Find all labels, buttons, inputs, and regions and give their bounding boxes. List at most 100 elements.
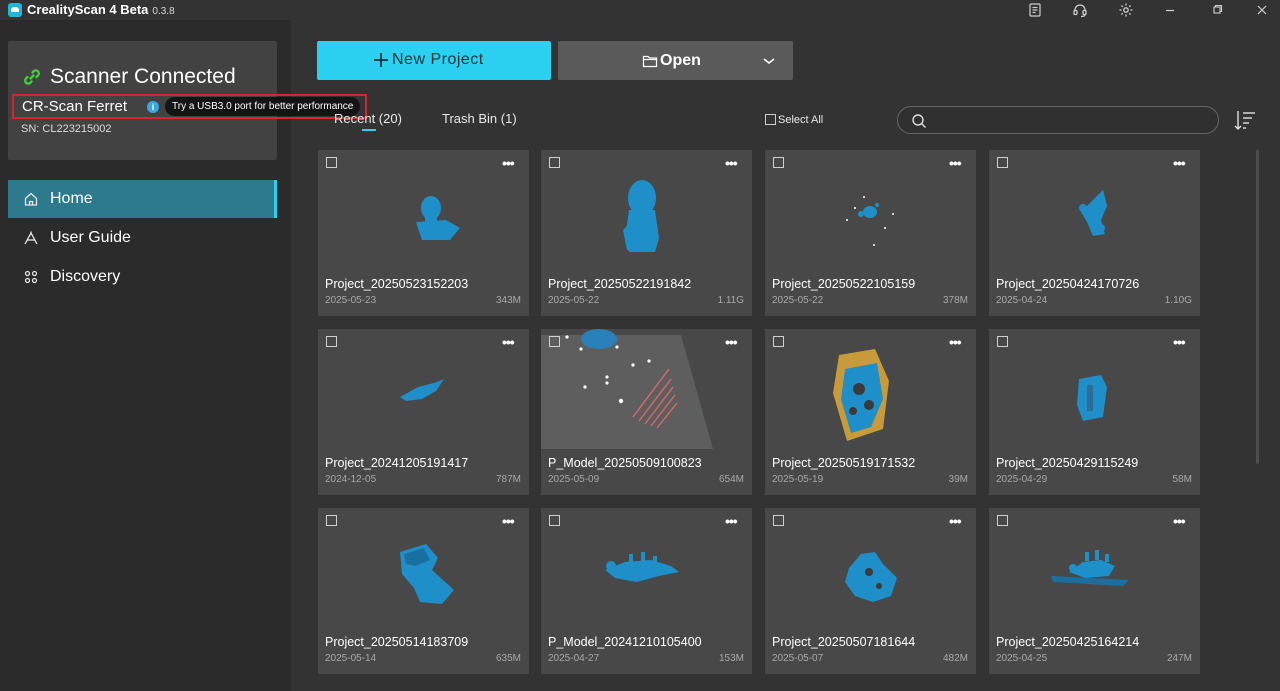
project-card[interactable]: ••• Project_20250523152203 2025-05-23 34… bbox=[318, 150, 529, 316]
project-date: 2025-05-14 bbox=[325, 653, 377, 664]
sort-icon[interactable] bbox=[1233, 108, 1257, 132]
scanner-status: Scanner Connected bbox=[50, 65, 236, 88]
project-size: 343M bbox=[495, 295, 521, 306]
more-options-icon[interactable]: ••• bbox=[502, 156, 515, 170]
app-version: 0.3.8 bbox=[152, 6, 175, 17]
open-button[interactable]: Open bbox=[558, 41, 793, 80]
project-name: Project_20250522191842 bbox=[548, 277, 692, 291]
new-project-button[interactable]: New Project bbox=[317, 41, 551, 80]
project-name: Project_20250425164214 bbox=[996, 635, 1140, 649]
more-options-icon[interactable]: ••• bbox=[949, 156, 962, 170]
search-box[interactable] bbox=[897, 106, 1219, 134]
search-input[interactable] bbox=[932, 111, 1208, 129]
new-project-label: New Project bbox=[392, 51, 484, 68]
model-thumbnail bbox=[833, 349, 889, 441]
more-options-icon[interactable]: ••• bbox=[1173, 335, 1186, 349]
project-card[interactable]: ••• Project_20250507181644 2025-05-07 48… bbox=[765, 508, 976, 674]
more-options-icon[interactable]: ••• bbox=[949, 335, 962, 349]
project-card[interactable]: ••• Project_20250429115249 2025-04-29 58… bbox=[989, 329, 1200, 495]
project-checkbox[interactable] bbox=[773, 336, 784, 347]
scanner-model: CR-Scan Ferret bbox=[22, 98, 128, 115]
project-card[interactable]: ••• Project_20250514183709 2025-05-14 63… bbox=[318, 508, 529, 674]
search-icon bbox=[912, 114, 926, 128]
settings-gear-icon[interactable] bbox=[1118, 2, 1134, 18]
sidebar: Scanner Connected CR-Scan Ferret i Try a… bbox=[0, 20, 367, 691]
more-options-icon[interactable]: ••• bbox=[1173, 156, 1186, 170]
project-name: P_Model_20250509100823 bbox=[548, 456, 702, 470]
project-card[interactable]: ••• Project_20250519171532 2025-05-19 39… bbox=[765, 329, 976, 495]
usb-tip-tooltip: Try a USB3.0 port for better performance bbox=[165, 97, 361, 116]
project-size: 1.10G bbox=[1164, 295, 1192, 306]
model-thumbnail bbox=[845, 552, 897, 602]
discovery-icon bbox=[23, 269, 39, 285]
project-card[interactable]: ••• Project_20250522105159 2025-05-22 37… bbox=[765, 150, 976, 316]
info-icon[interactable]: i bbox=[147, 101, 159, 113]
project-checkbox[interactable] bbox=[997, 515, 1008, 526]
project-date: 2025-05-22 bbox=[772, 295, 824, 306]
model-thumbnail bbox=[846, 196, 894, 246]
project-checkbox[interactable] bbox=[773, 515, 784, 526]
app-logo-icon bbox=[8, 3, 22, 17]
more-options-icon[interactable]: ••• bbox=[725, 514, 738, 528]
more-options-icon[interactable]: ••• bbox=[502, 335, 515, 349]
project-checkbox[interactable] bbox=[997, 336, 1008, 347]
nav-home[interactable]: Home bbox=[8, 180, 277, 218]
project-card[interactable]: ••• Project_20250425164214 2025-04-25 24… bbox=[989, 508, 1200, 674]
project-size: 247M bbox=[1166, 653, 1192, 664]
select-all-label: Select All bbox=[778, 114, 824, 126]
model-thumbnail bbox=[605, 552, 679, 582]
project-card[interactable]: ••• Project_20250522191842 2025-05-22 1.… bbox=[541, 150, 752, 316]
nav-label-home: Home bbox=[50, 190, 93, 207]
project-checkbox[interactable] bbox=[326, 336, 337, 347]
user-guide-icon bbox=[23, 230, 39, 246]
scrollbar[interactable] bbox=[1256, 150, 1259, 464]
restore-icon[interactable] bbox=[1209, 2, 1225, 18]
minimize-icon[interactable] bbox=[1162, 2, 1178, 18]
more-options-icon[interactable]: ••• bbox=[949, 514, 962, 528]
model-thumbnail bbox=[541, 329, 713, 449]
model-thumbnail bbox=[1077, 375, 1107, 421]
checkbox-box[interactable] bbox=[765, 114, 776, 125]
project-checkbox[interactable] bbox=[773, 157, 784, 168]
headset-icon[interactable] bbox=[1072, 2, 1088, 18]
project-card[interactable]: ••• P_Model_20241210105400 2025-04-27 15… bbox=[541, 508, 752, 674]
more-options-icon[interactable]: ••• bbox=[725, 156, 738, 170]
scanner-serial-number: SN: CL223215002 bbox=[21, 123, 112, 135]
more-options-icon[interactable]: ••• bbox=[1173, 514, 1186, 528]
project-checkbox[interactable] bbox=[549, 515, 560, 526]
model-thumbnail bbox=[1051, 550, 1129, 586]
nav-user-guide[interactable]: User Guide bbox=[8, 219, 277, 257]
project-checkbox[interactable] bbox=[326, 515, 337, 526]
home-icon bbox=[23, 191, 39, 207]
model-thumbnail bbox=[400, 544, 454, 604]
tab-recent[interactable]: Recent (20) bbox=[334, 111, 402, 131]
project-size: 58M bbox=[1172, 474, 1192, 485]
more-options-icon[interactable]: ••• bbox=[725, 335, 738, 349]
project-checkbox[interactable] bbox=[549, 336, 560, 347]
project-date: 2025-04-25 bbox=[996, 653, 1048, 664]
chevron-down-icon[interactable] bbox=[762, 55, 776, 67]
close-icon[interactable] bbox=[1254, 2, 1270, 18]
tab-trash-bin[interactable]: Trash Bin (1) bbox=[442, 111, 517, 126]
project-card[interactable]: ••• Project_20250424170726 2025-04-24 1.… bbox=[989, 150, 1200, 316]
project-date: 2025-05-22 bbox=[548, 295, 600, 306]
project-card[interactable]: ••• Project_20241205191417 2024-12-05 78… bbox=[318, 329, 529, 495]
project-checkbox[interactable] bbox=[326, 157, 337, 168]
project-checkbox[interactable] bbox=[997, 157, 1008, 168]
model-thumbnail bbox=[1079, 190, 1107, 236]
project-date: 2025-04-27 bbox=[548, 653, 600, 664]
open-label: Open bbox=[660, 52, 701, 69]
project-size: 378M bbox=[942, 295, 968, 306]
project-date: 2025-05-07 bbox=[772, 653, 824, 664]
project-checkbox[interactable] bbox=[549, 157, 560, 168]
project-size: 482M bbox=[942, 653, 968, 664]
project-name: Project_20241205191417 bbox=[325, 456, 469, 470]
more-options-icon[interactable]: ••• bbox=[502, 514, 515, 528]
project-size: 654M bbox=[718, 474, 744, 485]
select-all-checkbox[interactable]: Select All bbox=[765, 114, 823, 126]
document-icon[interactable] bbox=[1027, 2, 1043, 18]
project-size: 787M bbox=[495, 474, 521, 485]
project-card[interactable]: ••• P_Model_20250509100823 2025-05-09 65… bbox=[541, 329, 752, 495]
project-size: 153M bbox=[718, 653, 744, 664]
nav-discovery[interactable]: Discovery bbox=[8, 258, 277, 296]
